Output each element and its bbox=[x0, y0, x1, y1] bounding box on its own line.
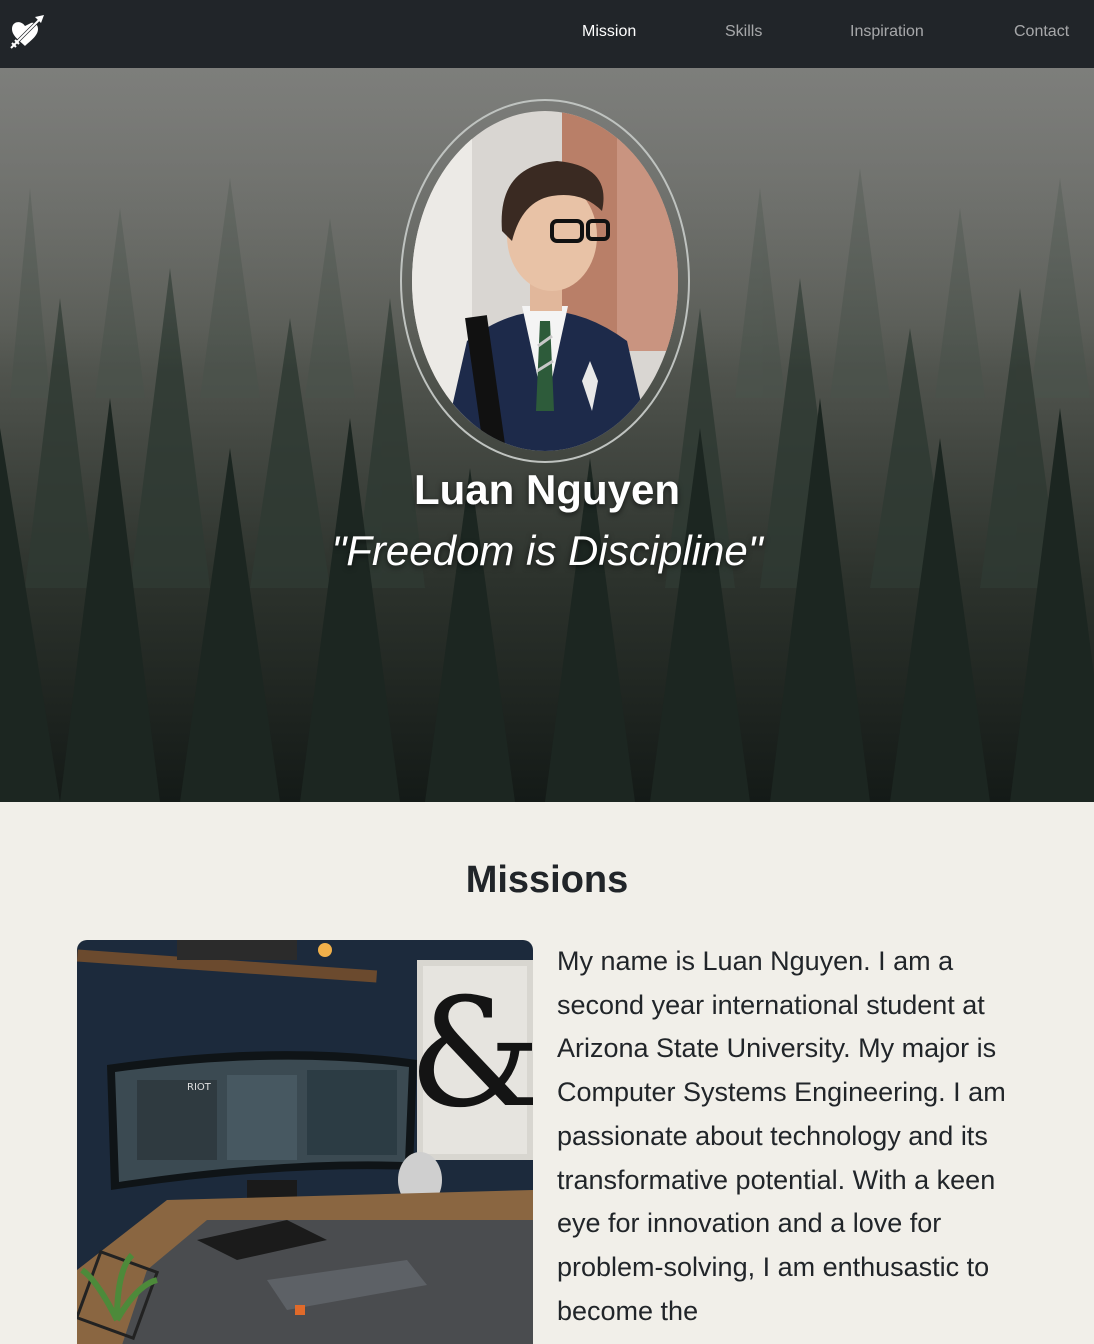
nav-link-contact[interactable]: Contact bbox=[1014, 22, 1069, 42]
nav-link-inspiration[interactable]: Inspiration bbox=[850, 22, 924, 42]
hero-quote: "Freedom is Discipline" bbox=[331, 527, 763, 574]
hero-section: Luan Nguyen "Freedom is Discipline" bbox=[0, 68, 1094, 802]
mission-paragraph: My name is Luan Nguyen. I am a second ye… bbox=[557, 946, 1006, 1326]
heart-arrow-icon[interactable] bbox=[8, 12, 46, 50]
svg-text:&: & bbox=[408, 967, 533, 1141]
nav-link-mission[interactable]: Mission bbox=[582, 22, 636, 42]
nav-link-skills[interactable]: Skills bbox=[725, 22, 762, 42]
desk-setup-image: & RIOT bbox=[77, 940, 533, 1344]
svg-text:RIOT: RIOT bbox=[187, 1082, 212, 1093]
hero-name: Luan Nguyen bbox=[413, 466, 680, 513]
missions-title: Missions bbox=[465, 859, 629, 901]
navbar: Mission Skills Inspiration Contact bbox=[0, 0, 1094, 68]
profile-avatar bbox=[400, 99, 690, 463]
